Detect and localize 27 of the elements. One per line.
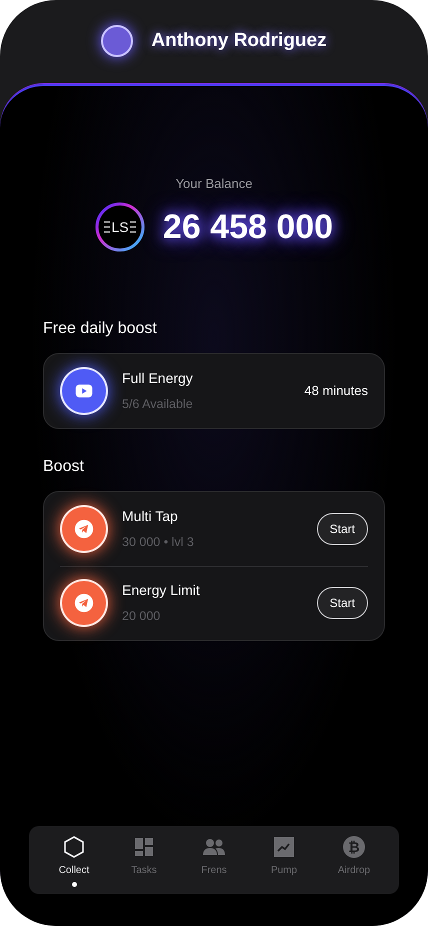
time-remaining: 48 minutes bbox=[304, 382, 368, 400]
chart-trend-icon bbox=[272, 835, 296, 859]
nav-tab[interactable]: Collect bbox=[44, 835, 104, 887]
boost-subtitle: 20 000 bbox=[122, 608, 162, 626]
nav-tab[interactable]: ₿ Airdrop bbox=[324, 835, 384, 878]
nav-tab[interactable]: Frens bbox=[184, 835, 244, 878]
boost-title: Multi Tap bbox=[122, 506, 179, 526]
boost-subtitle: 5/6 Available bbox=[122, 396, 193, 413]
balance-amount: 26 458 000 bbox=[162, 206, 334, 248]
boost-subtitle: 30 000 • lvl 3 bbox=[122, 534, 194, 551]
section-title: Free daily boost bbox=[43, 318, 158, 338]
user-name: Anthony Rodriguez bbox=[151, 28, 327, 53]
nav-tab[interactable]: Tasks bbox=[114, 835, 174, 878]
paper-plane-icon bbox=[73, 592, 95, 614]
boost-title: Energy Limit bbox=[122, 581, 200, 600]
avatar bbox=[101, 25, 134, 57]
bitcoin-icon: ₿ bbox=[342, 835, 366, 859]
hexagon-icon bbox=[62, 835, 86, 859]
paper-plane-icon bbox=[73, 518, 95, 540]
dashboard-grid-icon bbox=[132, 835, 156, 859]
balance-label: Your Balance bbox=[174, 175, 254, 193]
active-dot bbox=[72, 882, 76, 887]
nav-tab[interactable]: Pump bbox=[254, 835, 314, 878]
start-button[interactable]: Start bbox=[316, 587, 368, 619]
section-title: Boost bbox=[43, 456, 85, 476]
start-button[interactable]: Start bbox=[316, 512, 368, 544]
boost-title: Full Energy bbox=[122, 368, 193, 388]
